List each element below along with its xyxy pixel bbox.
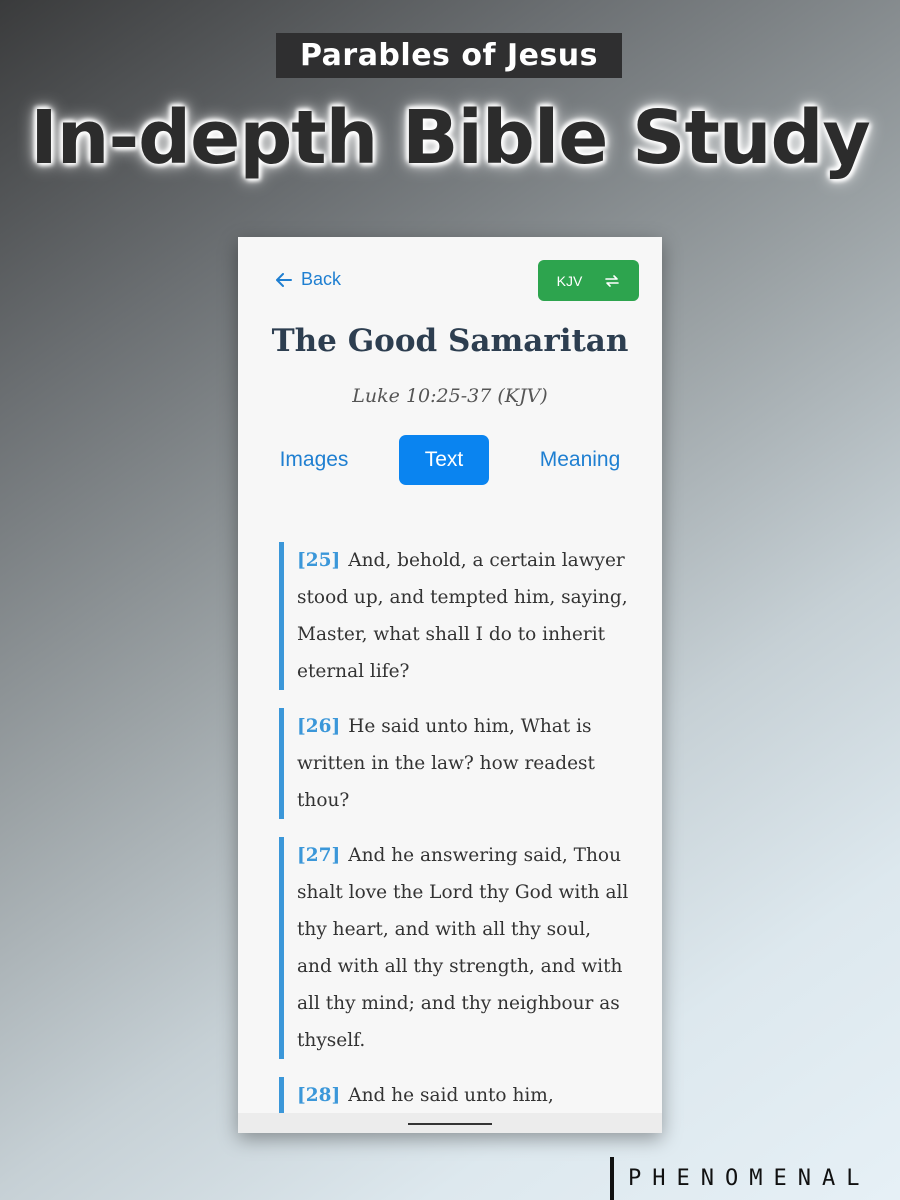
promo-headline: In-depth Bible Study <box>30 95 871 181</box>
tab-meaning[interactable]: Meaning <box>526 435 634 485</box>
brand-logo: PHENOMENAL <box>628 1166 871 1191</box>
verse-text: And he answering said, Thou shalt love t… <box>297 845 629 1051</box>
app-screen: Back KJV The Good Samaritan Luke 10:25-3… <box>238 237 662 1133</box>
verse-item: [25] And, behold, a certain lawyer stood … <box>279 542 629 690</box>
verse-text: He said unto him, What is written in the… <box>297 716 595 811</box>
back-button[interactable]: Back <box>276 269 341 290</box>
brand-divider <box>610 1157 614 1200</box>
verse-text: And he said unto him, <box>348 1085 554 1106</box>
verse-item: [27] And he answering said, Thou shalt lo… <box>279 837 629 1059</box>
verse-list: [25] And, behold, a certain lawyer stood … <box>279 542 629 1132</box>
scripture-reference: Luke 10:25-37 (KJV) <box>352 385 548 407</box>
promo-tagline: Parables of Jesus <box>276 33 622 78</box>
verse-item: [26] He said unto him, What is written in… <box>279 708 629 819</box>
swap-icon <box>605 274 620 287</box>
verse-number: [27] <box>297 845 341 866</box>
home-indicator[interactable] <box>408 1123 492 1125</box>
verse-number: [26] <box>297 716 341 737</box>
back-label: Back <box>301 269 342 289</box>
verse-item: [28] And he said unto him, <box>279 1077 629 1114</box>
verse-number: [25] <box>297 550 341 571</box>
tab-text[interactable]: Text <box>399 435 489 485</box>
arrow-left-icon <box>276 272 292 287</box>
verse-text: And, behold, a certain lawyer stood up, … <box>297 550 628 682</box>
parable-title: The Good Samaritan <box>271 323 629 359</box>
version-label: KJV <box>556 272 583 289</box>
version-toggle-button[interactable]: KJV <box>538 260 639 301</box>
bottom-bar <box>238 1113 662 1133</box>
verse-number: [28] <box>297 1085 341 1106</box>
view-tabs: Images Text Meaning <box>238 435 662 485</box>
tab-images[interactable]: Images <box>260 435 368 485</box>
